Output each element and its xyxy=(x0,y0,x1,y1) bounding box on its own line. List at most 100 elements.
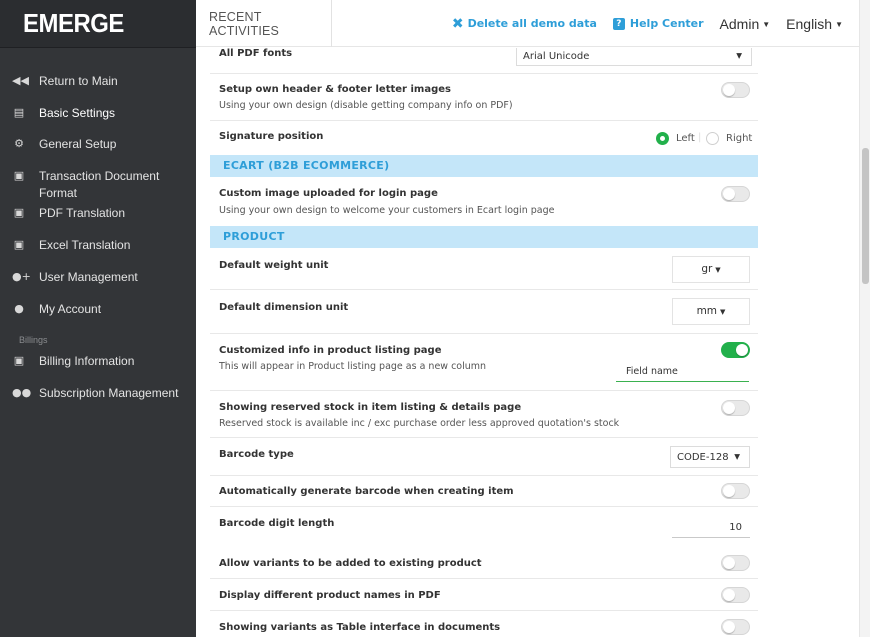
setting-title: All PDF fonts xyxy=(219,48,293,59)
allow-variants-toggle[interactable] xyxy=(721,555,750,571)
language-dropdown[interactable]: English ▼ xyxy=(786,16,843,32)
setting-description: Reserved stock is available inc / exc pu… xyxy=(219,418,620,429)
sidebar-item-label: Excel Translation xyxy=(39,238,131,252)
variants-table-toggle[interactable] xyxy=(721,619,750,635)
recent-activities-tab[interactable]: RECENT ACTIVITIES xyxy=(196,0,332,47)
sidebar: EMERGE ◀◀ Return to Main ▤ Basic Setting… xyxy=(0,0,196,637)
file-icon: ▣ xyxy=(13,169,25,182)
close-icon: ✖ xyxy=(451,15,464,32)
caret-down-icon: ▼ xyxy=(762,20,771,30)
signature-right-label: Right xyxy=(726,133,753,144)
setting-title: Allow variants to be added to existing p… xyxy=(219,558,482,569)
signature-right-radio[interactable] xyxy=(706,132,719,145)
sidebar-item-label: General Setup xyxy=(39,137,117,151)
delete-demo-data-link[interactable]: ✖ Delete all demo data xyxy=(452,16,597,32)
setting-description: Using your own design (disable getting c… xyxy=(219,100,513,111)
chevron-double-left-icon: ◀◀ xyxy=(12,74,29,87)
setting-variants-table: Showing variants as Table interface in d… xyxy=(210,611,758,637)
setting-title: Signature position xyxy=(219,131,324,142)
sidebar-item-label: Transaction Document Format xyxy=(39,169,160,200)
caret-down-icon: ▼ xyxy=(835,20,843,30)
user-plus-icon: ●+ xyxy=(12,270,31,283)
setting-weight-unit: Default weight unit gr ▼ xyxy=(210,248,758,290)
setting-pdf-fonts: All PDF fonts Arial Unicode ▼ xyxy=(210,48,758,74)
sidebar-item-label: Subscription Management xyxy=(39,386,179,400)
setting-description: This will appear in Product listing page… xyxy=(219,361,487,372)
setting-dimension-unit: Default dimension unit mm ▼ xyxy=(210,290,758,334)
caret-down-icon: ▼ xyxy=(736,51,742,60)
setting-different-names: Display different product names in PDF xyxy=(210,579,758,611)
setting-title: Automatically generate barcode when crea… xyxy=(219,486,514,497)
section-title: PRODUCT xyxy=(223,230,285,243)
sidebar-item-label: Basic Settings xyxy=(39,106,116,120)
gear-icon: ⚙ xyxy=(14,137,24,150)
setting-signature-position: Signature position Left | Right xyxy=(210,121,758,154)
setting-title: Barcode type xyxy=(219,449,294,460)
document-icon: ▤ xyxy=(13,106,25,119)
radio-divider: | xyxy=(698,132,702,143)
dimension-unit-dropdown[interactable]: mm ▼ xyxy=(672,298,750,325)
setting-custom-info: Customized info in product listing page … xyxy=(210,334,758,391)
section-title: ECART (B2B ECOMMERCE) xyxy=(223,159,390,172)
sidebar-item-label: PDF Translation xyxy=(39,206,126,220)
delete-demo-data-label: Delete all demo data xyxy=(467,17,597,30)
scrollbar-thumb[interactable] xyxy=(862,148,869,284)
reserved-stock-toggle[interactable] xyxy=(721,400,750,416)
language-label: English xyxy=(786,15,833,32)
section-product: PRODUCT xyxy=(210,226,758,248)
dropdown-value: gr xyxy=(701,263,713,275)
sidebar-item-label: Return to Main xyxy=(39,74,118,88)
setting-login-image: Custom image uploaded for login page Usi… xyxy=(210,177,758,224)
login-image-toggle[interactable] xyxy=(721,186,750,202)
top-bar-actions: ✖ Delete all demo data ? Help Center Adm… xyxy=(452,0,859,47)
setting-reserved-stock: Showing reserved stock in item listing &… xyxy=(210,391,758,438)
header-footer-toggle[interactable] xyxy=(721,82,750,98)
logo-bar: EMERGE xyxy=(0,0,196,48)
setting-title: Display different product names in PDF xyxy=(219,590,441,601)
different-names-toggle[interactable] xyxy=(721,587,750,603)
file-icon: ▣ xyxy=(13,354,25,367)
caret-down-icon: ▼ xyxy=(715,266,721,274)
settings-main: All PDF fonts Arial Unicode ▼ Setup own … xyxy=(196,48,859,637)
dropdown-value: mm xyxy=(696,305,718,317)
app-logo[interactable]: EMERGE xyxy=(23,8,124,39)
caret-down-icon: ▼ xyxy=(720,308,726,316)
admin-dropdown[interactable]: Admin ▼ xyxy=(720,16,771,32)
signature-left-label: Left xyxy=(676,133,695,144)
setting-title: Barcode digit length xyxy=(219,518,335,529)
pdf-fonts-select[interactable]: Arial Unicode ▼ xyxy=(516,48,752,66)
setting-title: Customized info in product listing page xyxy=(219,345,442,356)
sidebar-group-billings: Billings xyxy=(19,335,48,345)
sidebar-item-label: Billing Information xyxy=(39,354,135,368)
select-value: Arial Unicode xyxy=(523,51,590,62)
setting-title: Setup own header & footer letter images xyxy=(219,84,451,95)
custom-info-toggle[interactable] xyxy=(721,342,750,358)
barcode-type-select[interactable]: CODE-128 ▼ xyxy=(670,446,750,468)
sidebar-item-label: User Management xyxy=(39,270,138,284)
signature-left-radio[interactable] xyxy=(656,132,669,145)
admin-label: Admin xyxy=(719,15,760,32)
setting-barcode-length: Barcode digit length 10 xyxy=(210,507,758,547)
barcode-length-input[interactable]: 10 xyxy=(672,520,750,538)
weight-unit-dropdown[interactable]: gr ▼ xyxy=(672,256,750,283)
sidebar-item-label: My Account xyxy=(39,302,102,316)
auto-barcode-toggle[interactable] xyxy=(721,483,750,499)
setting-title: Default weight unit xyxy=(219,260,329,271)
top-bar: RECENT ACTIVITIES ✖ Delete all demo data… xyxy=(196,0,859,47)
setting-title: Showing reserved stock in item listing &… xyxy=(219,402,522,413)
help-center-link[interactable]: ? Help Center xyxy=(612,17,704,30)
setting-description: Using your own design to welcome your cu… xyxy=(219,205,555,216)
section-ecart: ECART (B2B ECOMMERCE) xyxy=(210,155,758,177)
setting-title: Default dimension unit xyxy=(219,302,349,313)
scrollbar[interactable] xyxy=(859,0,870,637)
setting-title: Showing variants as Table interface in d… xyxy=(219,622,501,633)
setting-header-footer: Setup own header & footer letter images … xyxy=(210,74,758,121)
help-icon: ? xyxy=(612,17,625,30)
field-name-input[interactable]: Field name xyxy=(616,364,749,382)
help-center-label: Help Center xyxy=(629,17,704,30)
users-icon: ●● xyxy=(12,386,32,399)
file-icon: ▣ xyxy=(13,238,25,251)
select-value: CODE-128 xyxy=(677,452,729,463)
setting-title: Custom image uploaded for login page xyxy=(219,188,438,199)
user-icon: ● xyxy=(14,302,24,315)
